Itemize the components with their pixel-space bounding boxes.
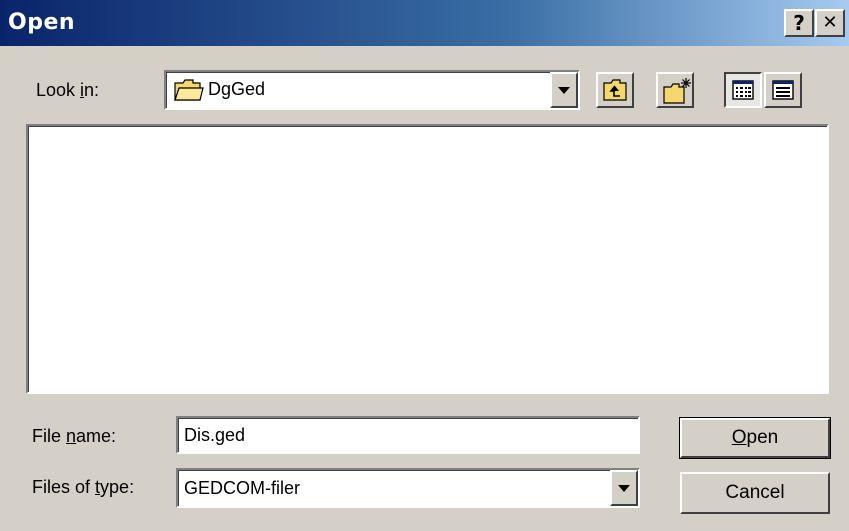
file-name-label: File name: <box>32 426 117 446</box>
open-button[interactable]: Open <box>679 417 831 459</box>
look-in-dropdown-button[interactable] <box>550 72 578 108</box>
open-dialog: Open ? ✕ Look in: DgGed File name: Dis.g… <box>0 0 849 531</box>
list-view-button[interactable] <box>724 72 762 108</box>
look-in-label: Look in: <box>36 80 100 100</box>
file-type-combo[interactable]: GEDCOM-filer <box>176 468 640 508</box>
file-name-value: Dis.ged <box>184 425 246 445</box>
file-list[interactable] <box>26 124 829 394</box>
details-view-button[interactable] <box>764 72 802 108</box>
close-button[interactable]: ✕ <box>815 9 845 37</box>
file-type-dropdown-button[interactable] <box>610 470 638 506</box>
create-new-folder-button[interactable] <box>656 72 694 108</box>
up-one-level-button[interactable] <box>596 72 634 108</box>
title-bar[interactable]: Open ? ✕ <box>0 0 849 46</box>
help-button[interactable]: ? <box>784 9 814 37</box>
list-view-icon <box>732 80 754 105</box>
window-title: Open <box>8 10 76 35</box>
new-folder-icon <box>662 77 692 110</box>
look-in-combo[interactable]: DgGed <box>164 70 580 110</box>
look-in-value: DgGed <box>208 79 266 99</box>
cancel-button[interactable]: Cancel <box>680 472 830 514</box>
file-type-label: Files of type: <box>32 477 135 497</box>
folder-icon <box>174 78 204 107</box>
file-name-input[interactable]: Dis.ged <box>176 416 640 454</box>
up-one-level-icon <box>602 78 628 107</box>
file-type-value: GEDCOM-filer <box>184 478 300 498</box>
details-view-icon <box>772 80 794 105</box>
